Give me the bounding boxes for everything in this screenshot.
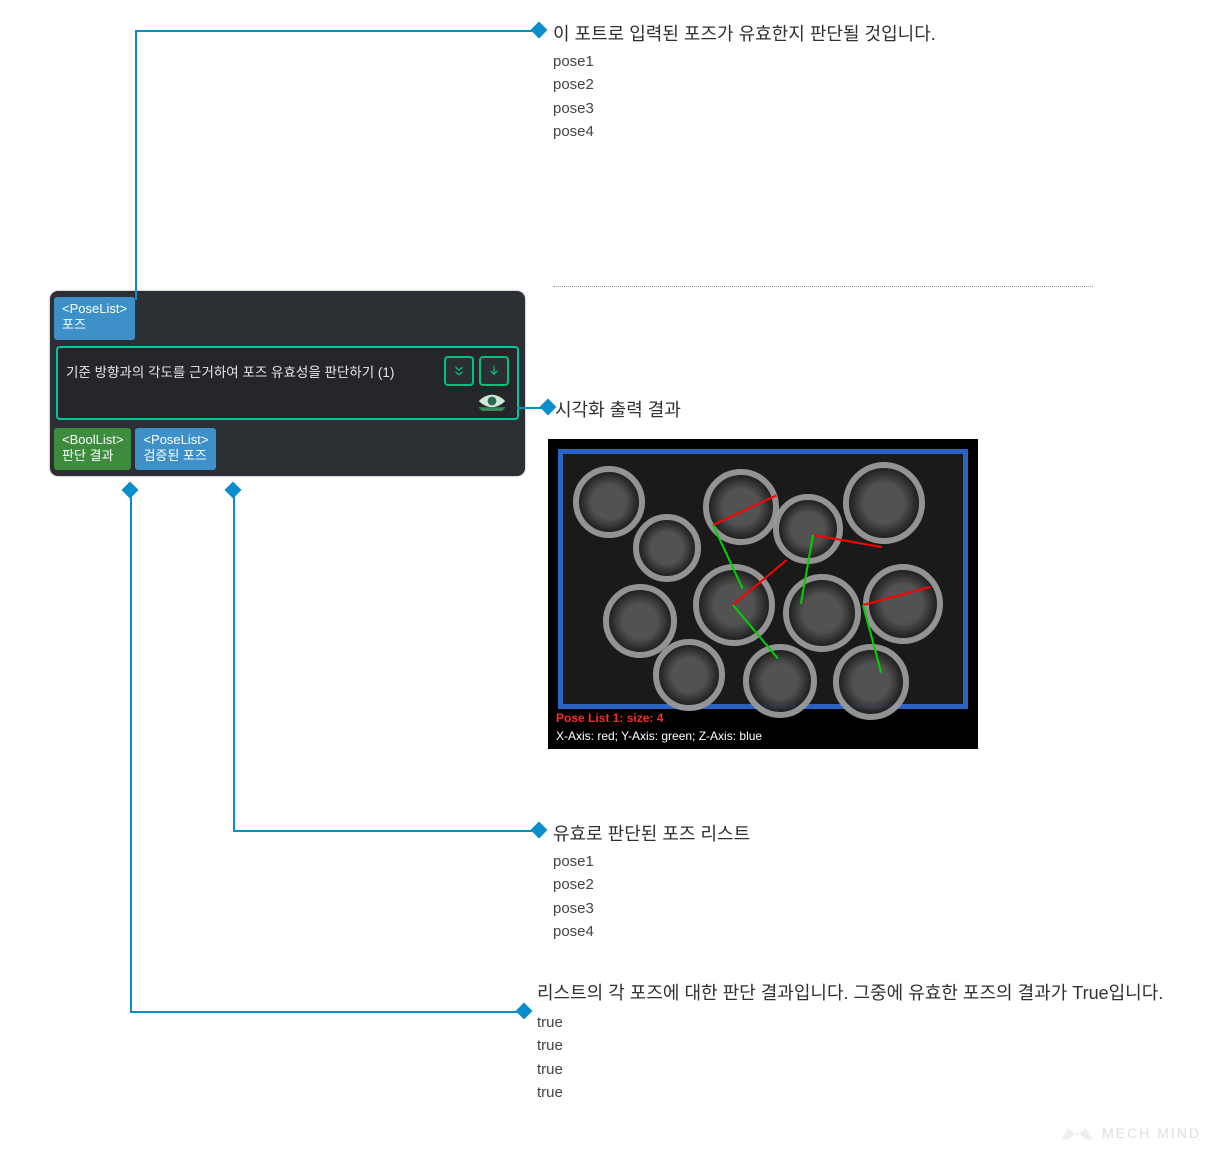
visualize-icon[interactable] bbox=[477, 390, 507, 412]
node-body: 기준 방향과의 각도를 근거하여 포즈 유효성을 판단하기 (1) bbox=[56, 346, 519, 420]
connector bbox=[130, 1011, 523, 1013]
bin bbox=[558, 449, 968, 709]
annotation-input: 이 포트로 입력된 포즈가 유효한지 판단될 것입니다. pose1 pose2… bbox=[553, 20, 1173, 143]
download-button[interactable] bbox=[479, 356, 509, 386]
separator bbox=[553, 286, 1093, 287]
viz-overlay-line2: X-Axis: red; Y-Axis: green; Z-Axis: blue bbox=[556, 729, 762, 743]
annotation-viz-label: 시각화 출력 결과 bbox=[555, 396, 681, 422]
chevrons-down-icon bbox=[452, 364, 466, 378]
port-label: 판단 결과 bbox=[62, 448, 123, 464]
annotation-list: pose1 pose2 pose3 pose4 bbox=[553, 50, 1173, 143]
annotation-list: pose1 pose2 pose3 pose4 bbox=[553, 850, 1173, 943]
list-item: pose4 bbox=[553, 120, 1173, 143]
output-port-bool[interactable]: <BoolList> 판단 결과 bbox=[54, 428, 131, 471]
expand-button[interactable] bbox=[444, 356, 474, 386]
list-item: pose1 bbox=[553, 50, 1173, 73]
annotation-title: 이 포트로 입력된 포즈가 유효한지 판단될 것입니다. bbox=[553, 20, 1173, 46]
output-port-pose[interactable]: <PoseList> 검증된 포즈 bbox=[135, 428, 216, 471]
connector bbox=[517, 407, 547, 409]
input-ports: <PoseList> 포즈 bbox=[50, 291, 525, 340]
visualization-output: Pose List 1: size: 4 X-Axis: red; Y-Axis… bbox=[548, 439, 978, 749]
viz-overlay-line1: Pose List 1: size: 4 bbox=[556, 711, 663, 725]
port-type: <BoolList> bbox=[62, 432, 123, 448]
list-item: pose1 bbox=[553, 850, 1173, 873]
annotation-valid-pose: 유효로 판단된 포즈 리스트 pose1 pose2 pose3 pose4 bbox=[553, 820, 1173, 943]
list-item: pose2 bbox=[553, 873, 1173, 896]
list-item: pose4 bbox=[553, 920, 1173, 943]
list-item: pose3 bbox=[553, 897, 1173, 920]
list-item: true bbox=[537, 1011, 1177, 1034]
list-item: true bbox=[537, 1058, 1177, 1081]
output-ports: <BoolList> 판단 결과 <PoseList> 검증된 포즈 bbox=[50, 428, 525, 477]
list-item: pose2 bbox=[553, 73, 1173, 96]
port-type: <PoseList> bbox=[62, 301, 127, 317]
connector bbox=[135, 30, 137, 300]
arrow-down-icon bbox=[487, 364, 501, 378]
list-item: true bbox=[537, 1034, 1177, 1057]
logo-text: MECH MIND bbox=[1102, 1125, 1201, 1141]
port-label: 검증된 포즈 bbox=[143, 448, 208, 464]
node-title: 기준 방향과의 각도를 근거하여 포즈 유효성을 판단하기 (1) bbox=[66, 361, 394, 381]
input-port-pose[interactable]: <PoseList> 포즈 bbox=[54, 297, 135, 340]
connector bbox=[130, 490, 132, 1011]
pose-validity-node[interactable]: <PoseList> 포즈 기준 방향과의 각도를 근거하여 포즈 유효성을 판… bbox=[50, 291, 525, 476]
annotation-title: 리스트의 각 포즈에 대한 판단 결과입니다. 그중에 유효한 포즈의 결과가 … bbox=[537, 980, 1177, 1007]
mechmind-logo: MECH MIND bbox=[1060, 1124, 1201, 1142]
connector bbox=[135, 30, 538, 32]
annotation-list: true true true true bbox=[537, 1011, 1177, 1104]
logo-icon bbox=[1060, 1124, 1094, 1142]
list-item: pose3 bbox=[553, 97, 1173, 120]
connector bbox=[233, 830, 538, 832]
port-label: 포즈 bbox=[62, 317, 127, 333]
annotation-bool: 리스트의 각 포즈에 대한 판단 결과입니다. 그중에 유효한 포즈의 결과가 … bbox=[537, 980, 1177, 1104]
annotation-title: 유효로 판단된 포즈 리스트 bbox=[553, 820, 1173, 846]
port-type: <PoseList> bbox=[143, 432, 208, 448]
connector bbox=[233, 490, 235, 830]
list-item: true bbox=[537, 1081, 1177, 1104]
